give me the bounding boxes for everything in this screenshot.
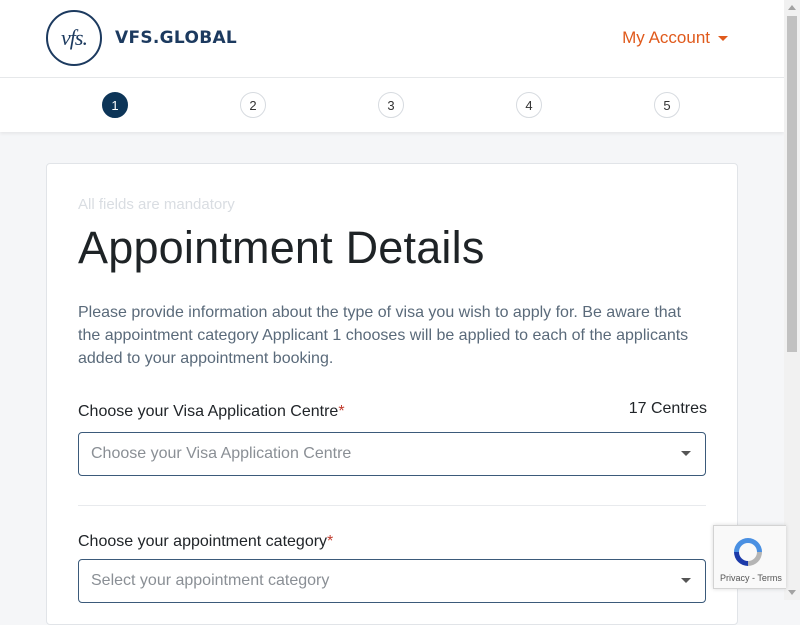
progress-stepper: 1 2 3 4 5 <box>0 78 784 132</box>
centre-label-text: Choose your Visa Application Centre <box>78 403 339 420</box>
visa-centre-placeholder: Choose your Visa Application Centre <box>91 445 352 462</box>
appointment-category-select[interactable]: Select your appointment category <box>78 559 706 603</box>
recaptcha-badge[interactable]: Privacy - Terms <box>713 525 786 589</box>
step-5: 5 <box>654 92 680 118</box>
step-2: 2 <box>240 92 266 118</box>
centre-field-label: Choose your Visa Application Centre* <box>78 403 345 421</box>
logo-text[interactable]: VFS.GLOBAL <box>115 28 237 48</box>
intro-text: Please provide information about the typ… <box>78 304 689 367</box>
required-mark: * <box>327 533 334 550</box>
appointment-form-card: All fields are mandatory Appointment Det… <box>46 163 738 625</box>
my-account-label: My Account <box>622 28 710 47</box>
my-account-menu[interactable]: My Account <box>622 27 728 49</box>
appointment-category-placeholder: Select your appointment category <box>91 572 330 589</box>
recaptcha-footer[interactable]: Privacy - Terms <box>720 573 782 583</box>
category-field-label: Choose your appointment category* <box>78 533 333 551</box>
vfs-logo-icon[interactable]: vfs. <box>46 10 102 66</box>
chevron-down-icon <box>718 35 728 41</box>
page-title: Appointment Details <box>78 222 485 273</box>
dropdown-arrow-icon <box>681 451 691 456</box>
scroll-up-icon[interactable] <box>788 5 796 10</box>
mandatory-note: All fields are mandatory <box>78 196 235 213</box>
step-4: 4 <box>516 92 542 118</box>
scrollbar-thumb[interactable] <box>787 16 797 352</box>
required-mark: * <box>338 403 345 420</box>
step-3: 3 <box>378 92 404 118</box>
top-header: vfs. VFS.GLOBAL My Account <box>0 0 784 78</box>
recaptcha-icon <box>734 538 762 566</box>
dropdown-arrow-icon <box>681 578 691 583</box>
step-1: 1 <box>102 92 128 118</box>
scroll-down-icon[interactable] <box>788 590 796 595</box>
category-label-text: Choose your appointment category <box>78 533 328 550</box>
divider <box>78 505 706 506</box>
centre-count: 17 Centres <box>628 400 707 417</box>
visa-centre-select[interactable]: Choose your Visa Application Centre <box>78 432 706 476</box>
